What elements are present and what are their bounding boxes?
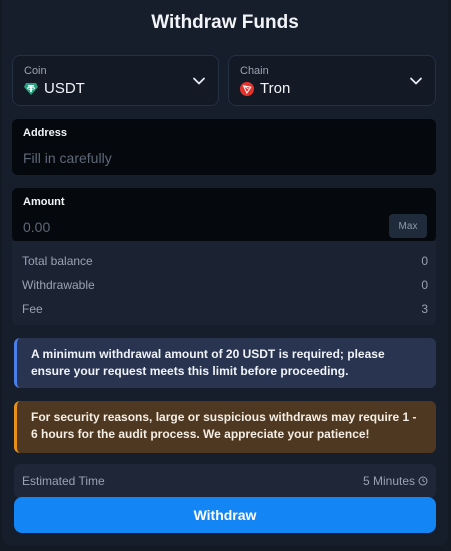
- stat-label: Withdrawable: [22, 278, 95, 292]
- amount-label: Amount: [23, 196, 65, 208]
- estimated-time-value: 5 Minutes: [363, 474, 428, 488]
- stat-label: Fee: [22, 302, 43, 316]
- amount-field[interactable]: Amount 0.00 Max: [12, 188, 436, 242]
- address-field[interactable]: Address Fill in carefully: [12, 119, 436, 175]
- stat-row-withdrawable: Withdrawable 0: [22, 278, 428, 292]
- coin-value-text: USDT: [44, 80, 85, 97]
- stat-value: 0: [421, 278, 428, 292]
- withdraw-button[interactable]: Withdraw: [14, 497, 436, 533]
- page-title: Withdraw Funds: [151, 12, 299, 33]
- chain-value: Tron: [240, 80, 290, 97]
- stat-value: 0: [421, 254, 428, 268]
- chevron-down-icon: [193, 77, 205, 85]
- tether-icon: [24, 82, 38, 96]
- estimated-time-text: 5 Minutes: [362, 474, 415, 488]
- clock-icon: [418, 476, 428, 486]
- stat-value: 3: [421, 302, 428, 316]
- security-warning-notice: For security reasons, large or suspiciou…: [14, 401, 436, 453]
- estimated-time-row: Estimated Time 5 Minutes: [14, 464, 436, 498]
- chain-label: Chain: [240, 65, 269, 77]
- coin-label: Coin: [24, 65, 47, 77]
- amount-input[interactable]: 0.00: [23, 219, 50, 235]
- minimum-withdrawal-notice: A minimum withdrawal amount of 20 USDT i…: [14, 338, 436, 388]
- estimated-time-label: Estimated Time: [22, 474, 105, 488]
- stat-label: Total balance: [22, 254, 93, 268]
- chain-select[interactable]: Chain Tron: [228, 55, 436, 106]
- address-input[interactable]: Fill in carefully: [23, 150, 112, 166]
- address-label: Address: [23, 127, 68, 139]
- coin-select[interactable]: Coin USDT: [12, 55, 219, 106]
- chain-value-text: Tron: [260, 80, 291, 97]
- max-button[interactable]: Max: [389, 214, 427, 238]
- stat-row-total-balance: Total balance 0: [22, 254, 428, 268]
- stat-row-fee: Fee 3: [22, 302, 428, 316]
- coin-value: USDT: [24, 80, 85, 97]
- chevron-down-icon: [410, 77, 422, 85]
- balance-stats: Total balance 0 Withdrawable 0 Fee 3: [12, 241, 436, 325]
- withdraw-modal: Withdraw Funds Coin USDT Chain Tron Addr…: [2, 0, 448, 546]
- tron-icon: [240, 81, 254, 96]
